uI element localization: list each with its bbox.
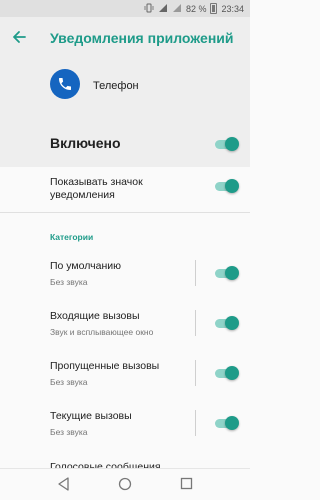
back-arrow-icon[interactable] (10, 29, 28, 47)
vibrate-icon (144, 3, 154, 15)
category-row-ongoing[interactable]: Текущие вызовы Без звука (0, 400, 250, 450)
row-divider (195, 410, 196, 436)
status-bar: 82 % 23:34 (0, 0, 250, 17)
row-divider (195, 310, 196, 336)
battery-icon (210, 3, 218, 14)
nav-back-icon[interactable] (58, 477, 70, 495)
category-subtitle: Без звука (50, 277, 88, 287)
category-toggle-ongoing[interactable] (213, 416, 239, 430)
row-divider (195, 260, 196, 286)
main-toggle-switch[interactable] (213, 137, 239, 151)
category-subtitle: Без звука (50, 377, 88, 387)
phone-app-icon (50, 69, 80, 99)
category-title: Текущие вызовы (50, 410, 132, 422)
categories-header: Категории (50, 232, 94, 242)
divider (0, 212, 250, 213)
row-divider (195, 360, 196, 386)
navigation-bar (0, 468, 250, 500)
show-badge-label: Показывать значок уведомления (50, 176, 143, 202)
category-title: Входящие вызовы (50, 310, 140, 322)
app-header: Уведомления приложений Телефон Включено (0, 17, 250, 167)
category-toggle-incoming[interactable] (213, 316, 239, 330)
category-row-default[interactable]: По умолчанию Без звука (0, 250, 250, 300)
status-time: 23:34 (221, 3, 244, 14)
signal-icon (158, 3, 168, 15)
category-row-incoming[interactable]: Входящие вызовы Звук и всплывающее окно (0, 300, 250, 350)
category-title-voicemail[interactable]: Голосовые сообщения (50, 461, 161, 468)
show-badge-row[interactable]: Показывать значок уведомления (0, 167, 250, 211)
page-title: Уведомления приложений (50, 30, 234, 46)
signal-icon-2 (172, 3, 182, 15)
category-title: Пропущенные вызовы (50, 360, 160, 372)
category-row-missed[interactable]: Пропущенные вызовы Без звука (0, 350, 250, 400)
show-badge-toggle[interactable] (213, 179, 239, 193)
battery-percent: 82 % (185, 3, 207, 14)
category-subtitle: Без звука (50, 427, 88, 437)
show-badge-label-line2: уведомления (50, 189, 115, 201)
main-toggle-label: Включено (50, 135, 121, 151)
show-badge-label-line1: Показывать значок (50, 176, 143, 188)
nav-home-icon[interactable] (118, 477, 132, 495)
category-toggle-default[interactable] (213, 266, 239, 280)
nav-recents-icon[interactable] (180, 477, 193, 494)
category-toggle-missed[interactable] (213, 366, 239, 380)
category-subtitle: Звук и всплывающее окно (50, 327, 154, 337)
category-title: По умолчанию (50, 260, 122, 272)
app-name: Телефон (93, 80, 139, 92)
